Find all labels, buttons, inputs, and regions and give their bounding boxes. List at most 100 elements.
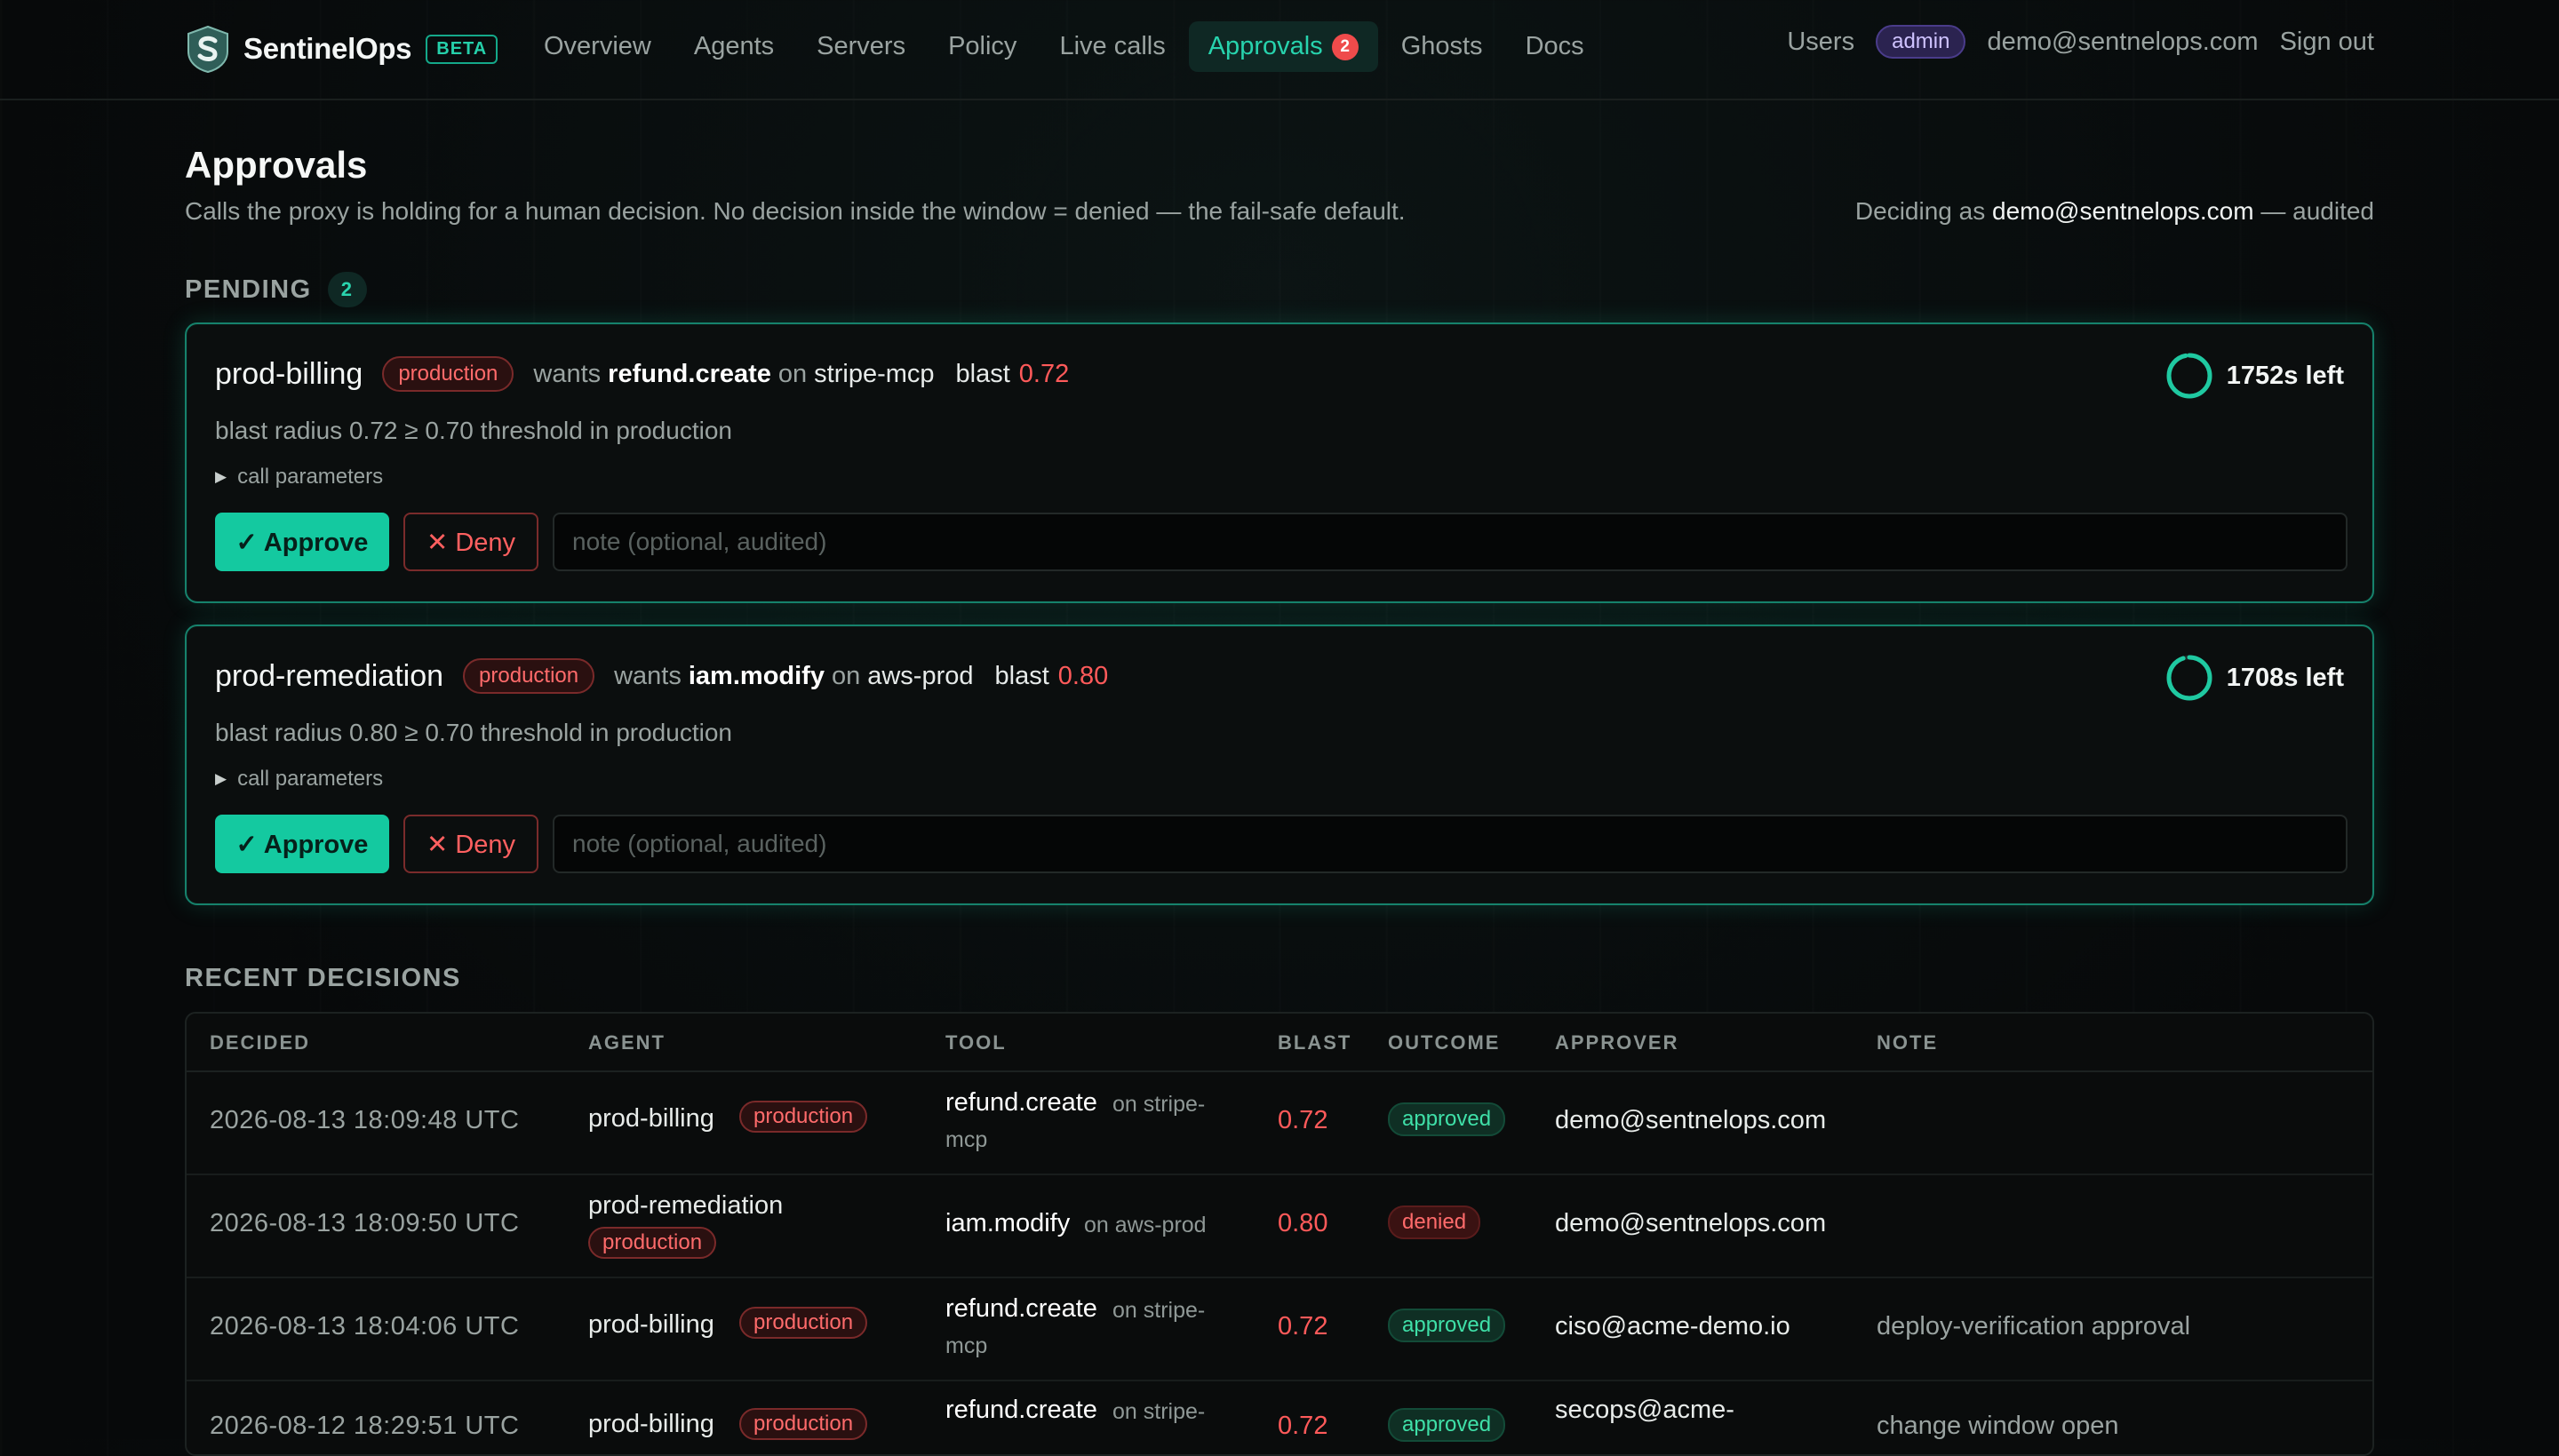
row-agent[interactable]: prod-billing bbox=[588, 1410, 714, 1439]
call-parameters-toggle[interactable]: ▶ call parameters bbox=[215, 465, 383, 489]
env-badge: production bbox=[739, 1408, 868, 1440]
caret-right-icon: ▶ bbox=[215, 770, 227, 787]
nav-user-area: Users admin demo@sentnelops.com Sign out bbox=[1766, 25, 2374, 59]
card-header: prod-billing production wants refund.cre… bbox=[215, 356, 1069, 392]
tool-name: iam.modify bbox=[688, 661, 825, 690]
blast-value: 0.72 bbox=[1018, 359, 1070, 388]
server-name: aws-prod bbox=[867, 661, 974, 690]
decided-time: 2026-08-13 18:09:50 UTC bbox=[210, 1209, 520, 1237]
brand[interactable]: SentinelOps BETA bbox=[185, 25, 498, 73]
wants-text: wants bbox=[533, 359, 602, 388]
timer-text: 1708s left bbox=[2226, 663, 2344, 692]
row-note: deploy-verification approval bbox=[1877, 1312, 2191, 1341]
row-agent[interactable]: prod-billing bbox=[588, 1104, 714, 1134]
row-note: change window open bbox=[1877, 1412, 2119, 1440]
env-badge: production bbox=[588, 1227, 717, 1259]
pending-card: prod-remediation production wants iam.mo… bbox=[185, 625, 2374, 905]
row-server: on stripe- bbox=[1112, 1298, 1206, 1323]
card-header: prod-remediation production wants iam.mo… bbox=[215, 658, 1108, 694]
row-tool: refund.create bbox=[945, 1088, 1097, 1117]
table-row[interactable]: 2026-08-13 18:04:06 UTC prod-billing pro… bbox=[187, 1278, 2372, 1381]
nav-live-calls[interactable]: Live calls bbox=[1040, 21, 1184, 72]
nav-approvals[interactable]: Approvals 2 bbox=[1188, 21, 1378, 72]
server-name: stripe-mcp bbox=[814, 359, 935, 388]
row-server: on stripe- bbox=[1112, 1399, 1206, 1424]
blast-label: blast bbox=[994, 661, 1049, 690]
row-approver: demo@sentnelops.com bbox=[1555, 1106, 1827, 1134]
shield-logo-icon bbox=[187, 25, 228, 73]
nav-servers[interactable]: Servers bbox=[797, 21, 925, 72]
note-input[interactable] bbox=[553, 513, 2348, 571]
nav-links: Overview Agents Servers Policy Live call… bbox=[524, 21, 1607, 72]
table-row[interactable]: 2026-08-12 18:29:51 UTC prod-billing pro… bbox=[187, 1381, 2372, 1454]
user-email: demo@sentnelops.com bbox=[1987, 27, 2259, 56]
brand-name: SentinelOps bbox=[243, 32, 412, 65]
countdown-timer: 1708s left bbox=[2164, 653, 2344, 703]
role-badge: admin bbox=[1876, 25, 1966, 59]
recent-decisions-table: DECIDED AGENT TOOL BLAST OUTCOME APPROVE… bbox=[185, 1012, 2374, 1456]
row-blast: 0.72 bbox=[1278, 1312, 1328, 1341]
column-header[interactable]: NOTE bbox=[1877, 1031, 1938, 1054]
column-header[interactable]: DECIDED bbox=[210, 1031, 310, 1054]
deny-button[interactable]: ✕ Deny bbox=[403, 513, 538, 571]
env-badge: production bbox=[382, 356, 514, 392]
pending-count-badge: 2 bbox=[327, 272, 367, 307]
hold-reason: blast radius 0.72 ≥ 0.70 threshold in pr… bbox=[215, 417, 732, 444]
page-subtitle: Calls the proxy is holding for a human d… bbox=[185, 197, 1406, 225]
row-blast: 0.72 bbox=[1278, 1412, 1328, 1440]
hold-reason: blast radius 0.80 ≥ 0.70 threshold in pr… bbox=[215, 719, 732, 746]
column-header[interactable]: BLAST bbox=[1278, 1031, 1351, 1054]
env-badge: production bbox=[739, 1101, 868, 1133]
nav-ghosts[interactable]: Ghosts bbox=[1382, 21, 1503, 72]
row-server-cont: mcp bbox=[945, 1127, 988, 1152]
on-text: on bbox=[777, 359, 808, 388]
row-tool: iam.modify bbox=[945, 1209, 1071, 1237]
outcome-badge: approved bbox=[1388, 1408, 1506, 1442]
table-row[interactable]: 2026-08-13 18:09:50 UTC prod-remediation… bbox=[187, 1175, 2372, 1278]
deny-button[interactable]: ✕ Deny bbox=[403, 815, 538, 873]
beta-badge: BETA bbox=[426, 34, 498, 64]
row-approver: secops@acme- bbox=[1555, 1396, 1734, 1424]
call-parameters-toggle[interactable]: ▶ call parameters bbox=[215, 767, 383, 792]
env-badge: production bbox=[463, 658, 595, 694]
deciding-as: Deciding as demo@sentnelops.com — audite… bbox=[1855, 197, 2374, 226]
note-input[interactable] bbox=[553, 815, 2348, 873]
nav-agents[interactable]: Agents bbox=[674, 21, 793, 72]
deciding-email: demo@sentnelops.com bbox=[1992, 197, 2254, 225]
column-header[interactable]: AGENT bbox=[588, 1031, 666, 1054]
tool-name: refund.create bbox=[608, 359, 771, 388]
blast-value: 0.80 bbox=[1057, 661, 1109, 690]
table-row[interactable]: 2026-08-13 18:09:48 UTC prod-billing pro… bbox=[187, 1072, 2372, 1175]
countdown-ring-icon bbox=[2166, 353, 2212, 399]
recent-section-label: RECENT DECISIONS bbox=[185, 964, 461, 992]
approvals-count-badge: 2 bbox=[1331, 33, 1359, 60]
timer-text: 1752s left bbox=[2226, 361, 2344, 390]
column-header[interactable]: TOOL bbox=[945, 1031, 1007, 1054]
approve-button[interactable]: ✓ Approve bbox=[215, 513, 389, 571]
row-server-cont: mcp bbox=[945, 1333, 988, 1358]
nav-policy[interactable]: Policy bbox=[929, 21, 1036, 72]
countdown-timer: 1752s left bbox=[2164, 351, 2344, 401]
agent-name[interactable]: prod-billing bbox=[215, 357, 363, 392]
approve-button[interactable]: ✓ Approve bbox=[215, 815, 389, 873]
on-text: on bbox=[831, 661, 861, 690]
nav-users[interactable]: Users bbox=[1787, 28, 1854, 57]
outcome-badge: denied bbox=[1388, 1205, 1481, 1239]
column-header[interactable]: OUTCOME bbox=[1388, 1031, 1500, 1054]
agent-name[interactable]: prod-remediation bbox=[215, 659, 443, 694]
row-agent[interactable]: prod-billing bbox=[588, 1310, 714, 1340]
wants-text: wants bbox=[614, 661, 682, 690]
table-header: DECIDED AGENT TOOL BLAST OUTCOME APPROVE… bbox=[187, 1014, 2372, 1072]
row-server: on stripe- bbox=[1112, 1092, 1206, 1117]
top-nav: SentinelOps BETA Overview Agents Servers… bbox=[0, 0, 2559, 100]
page-title: Approvals bbox=[185, 144, 368, 186]
decided-time: 2026-08-13 18:04:06 UTC bbox=[210, 1312, 520, 1341]
call-parameters-label: call parameters bbox=[237, 767, 384, 791]
nav-docs[interactable]: Docs bbox=[1506, 21, 1604, 72]
sign-out-link[interactable]: Sign out bbox=[2280, 28, 2374, 57]
nav-overview[interactable]: Overview bbox=[524, 21, 671, 72]
caret-right-icon: ▶ bbox=[215, 468, 227, 485]
row-agent[interactable]: prod-remediation bbox=[588, 1191, 783, 1221]
pending-label: PENDING bbox=[185, 274, 312, 304]
column-header[interactable]: APPROVER bbox=[1555, 1031, 1678, 1054]
